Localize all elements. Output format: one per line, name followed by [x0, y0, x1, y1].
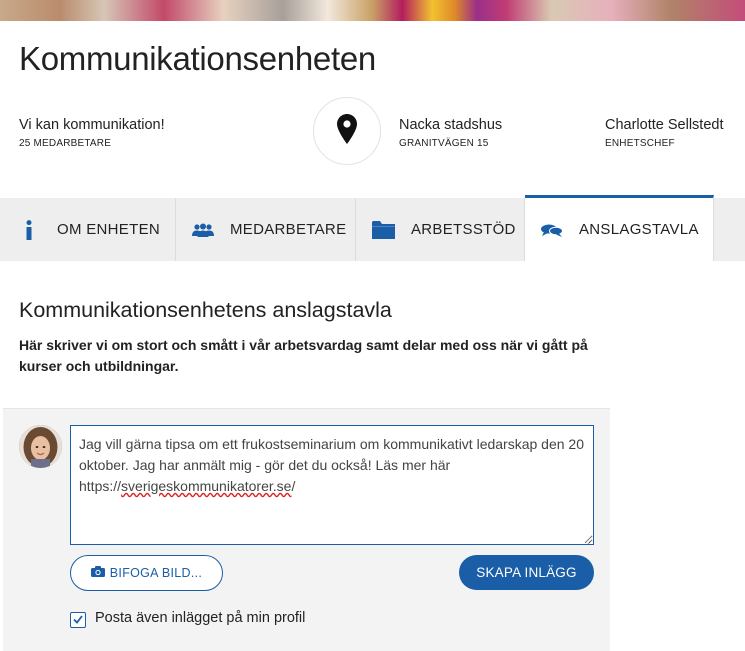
header-banner-image — [0, 0, 745, 21]
unit-motto-block: Vi kan kommunikation! 25 MEDARBETARE — [19, 117, 165, 149]
people-icon — [192, 223, 214, 237]
attach-image-button[interactable]: BIFOGA BILD... — [70, 555, 223, 591]
post-textarea[interactable]: Jag vill gärna tipsa om ett frukostsemin… — [70, 425, 594, 545]
location-pin-badge — [313, 97, 381, 165]
info-icon — [22, 219, 36, 240]
tab-label: MEDARBETARE — [230, 221, 347, 238]
location-address: GRANITVÄGEN 15 — [399, 138, 489, 149]
resize-grip-icon[interactable] — [583, 534, 592, 544]
post-to-profile-checkbox[interactable] — [70, 612, 86, 628]
checkmark-icon — [73, 611, 83, 629]
location-block: Nacka stadshus GRANITVÄGEN 15 — [399, 117, 502, 149]
post-text-tail: / — [291, 478, 296, 494]
unit-tabs: OM ENHETEN MEDARBETARE ARBETSSTÖD ANSLAG… — [0, 195, 745, 261]
location-name: Nacka stadshus — [399, 117, 503, 133]
tab-label: ARBETSSTÖD — [411, 221, 516, 238]
tab-anslagstavla[interactable]: ANSLAGSTAVLA — [525, 195, 714, 261]
manager-name[interactable]: Charlotte Sellstedt — [605, 117, 723, 133]
camera-icon — [90, 566, 105, 580]
page-title: Kommunikationsenheten — [19, 40, 376, 77]
post-text-link: sverigeskommunikatorer.se — [121, 478, 292, 494]
board-description: Här skriver vi om stort och smått i vår … — [19, 337, 588, 374]
folder-icon — [372, 220, 395, 239]
tab-om-enheten[interactable]: OM ENHETEN — [0, 198, 176, 261]
create-post-button[interactable]: SKAPA INLÄGG — [459, 555, 594, 590]
unit-motto: Vi kan kommunikation! — [19, 117, 165, 133]
speech-bubbles-icon — [541, 223, 563, 237]
board-title: Kommunikationsenhetens anslagstavla — [19, 298, 392, 322]
tab-label: ANSLAGSTAVLA — [579, 221, 699, 238]
member-count[interactable]: 25 MEDARBETARE — [19, 138, 165, 149]
manager-role: ENHETSCHEF — [605, 138, 675, 149]
tab-arbetsstod[interactable]: ARBETSSTÖD — [356, 198, 525, 261]
tab-medarbetare[interactable]: MEDARBETARE — [176, 198, 356, 261]
attach-image-label: BIFOGA BILD... — [109, 566, 203, 580]
avatar — [19, 425, 62, 468]
manager-block: Charlotte Sellstedt ENHETSCHEF — [605, 117, 723, 149]
map-pin-icon — [337, 113, 357, 149]
post-to-profile-label[interactable]: Posta även inlägget på min profil — [95, 610, 305, 626]
tab-label: OM ENHETEN — [57, 221, 161, 238]
